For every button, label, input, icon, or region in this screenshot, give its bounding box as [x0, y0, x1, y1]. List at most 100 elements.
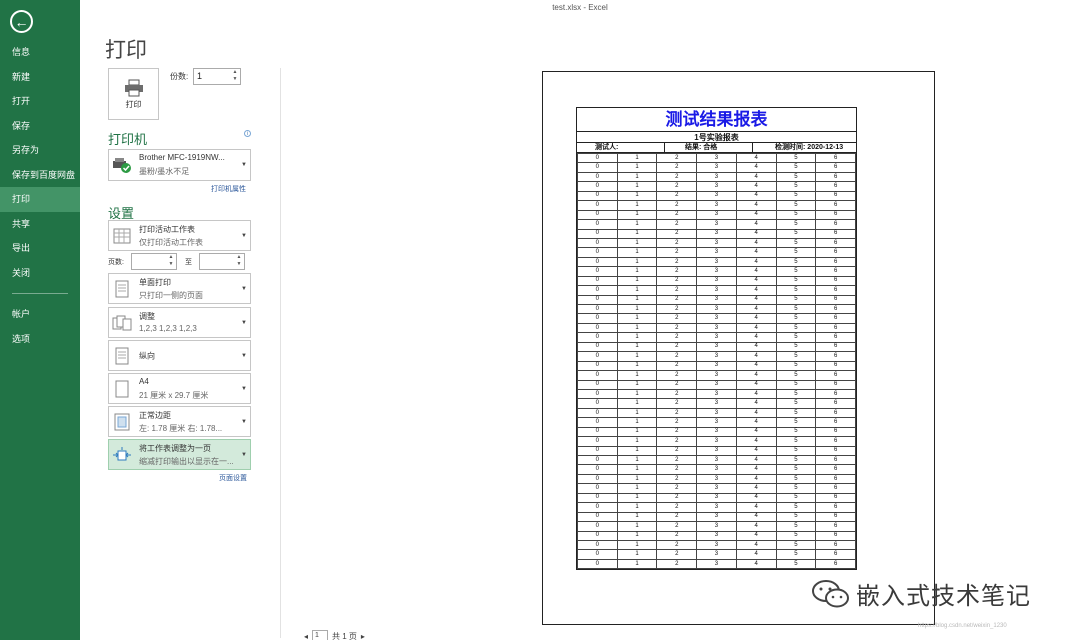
table-cell: 3	[696, 237, 737, 249]
table-cell: 5	[775, 152, 817, 164]
table-cell: 1	[616, 219, 658, 230]
table-cell: 0	[577, 181, 618, 192]
table-cell: 4	[735, 228, 777, 239]
table-cell: 2	[656, 370, 698, 381]
table-cell: 5	[775, 483, 817, 494]
table-row: 0123456	[577, 294, 856, 306]
table-row: 0123456	[577, 332, 856, 343]
nav-item-save-as[interactable]: 另存为	[0, 138, 80, 163]
margins-select[interactable]: 正常边距 左: 1.78 厘米 右: 1.78... ▼	[108, 406, 251, 437]
table-cell: 6	[815, 228, 856, 239]
pages-to-input[interactable]: ▲ ▼	[199, 253, 245, 270]
table-cell: 3	[696, 219, 737, 230]
table-cell: 5	[775, 294, 817, 306]
nav-item-open[interactable]: 打开	[0, 89, 80, 114]
printer-heading: 打印机	[108, 132, 148, 147]
table-cell: 3	[696, 275, 737, 287]
pages-from-input[interactable]: ▲ ▼	[131, 253, 177, 270]
nav-item-export[interactable]: 导出	[0, 236, 80, 261]
arrow-left-circle-icon[interactable]: ←	[10, 10, 33, 33]
collate-select[interactable]: 调整 1,2,3 1,2,3 1,2,3 ▼	[108, 307, 251, 338]
table-cell: 6	[815, 502, 856, 513]
sides-desc: 只打印一侧的页面	[139, 291, 203, 300]
table-cell: 5	[775, 388, 817, 400]
table-cell: 4	[735, 162, 777, 173]
next-page-icon[interactable]: ▸	[361, 632, 365, 640]
table-cell: 6	[815, 426, 856, 438]
paper-size-select[interactable]: A4 21 厘米 x 29.7 厘米 ▼	[108, 373, 251, 404]
table-cell: 5	[775, 171, 817, 183]
nav-item-share[interactable]: 共享	[0, 212, 80, 237]
print-preview-page: 测试结果报表 1号实验报表 测试人: 结果: 合格 检测时间: 2020-12-…	[542, 71, 935, 625]
copies-input[interactable]: 1 ▲ ▼	[193, 68, 241, 85]
table-cell: 4	[735, 549, 777, 560]
table-cell: 2	[656, 209, 698, 221]
nav-item-save-baidu[interactable]: 保存到百度网盘	[0, 163, 80, 188]
nav-item-options[interactable]: 选项	[0, 327, 80, 352]
table-cell: 1	[616, 256, 658, 268]
table-cell: 3	[696, 436, 737, 447]
info-icon[interactable]: i	[244, 130, 251, 137]
table-row: 0123456	[577, 152, 856, 164]
table-cell: 2	[656, 360, 698, 372]
nav-item-close[interactable]: 关闭	[0, 261, 80, 286]
prev-page-icon[interactable]: ◂	[304, 632, 308, 640]
table-cell: 1	[616, 171, 658, 183]
table-cell: 4	[735, 256, 777, 268]
sides-select[interactable]: 单面打印 只打印一侧的页面 ▼	[108, 273, 251, 304]
table-cell: 6	[815, 454, 856, 466]
printer-select[interactable]: Brother MFC-1919NW... 墨粉/墨水不足 ▼	[108, 149, 251, 181]
chevron-down-icon: ▼	[241, 352, 247, 359]
print-button[interactable]: 打印	[108, 68, 159, 120]
printer-status: 墨粉/墨水不足	[139, 167, 190, 176]
chevron-down-icon: ▼	[241, 451, 247, 458]
table-row: 0123456	[577, 162, 856, 173]
table-cell: 3	[696, 209, 737, 221]
table-cell: 2	[656, 464, 698, 475]
table-cell: 3	[696, 445, 737, 457]
table-cell: 4	[735, 436, 777, 447]
current-page-input[interactable]: 1	[312, 630, 329, 640]
table-row: 0123456	[577, 436, 856, 447]
table-row: 0123456	[577, 228, 856, 239]
sides-title: 单面打印	[139, 278, 171, 287]
copies-label: 份数:	[170, 72, 189, 81]
table-cell: 5	[775, 549, 817, 560]
table-cell: 6	[815, 332, 856, 343]
print-scope-select[interactable]: 打印活动工作表 仅打印活动工作表 ▼	[108, 220, 251, 251]
table-cell: 6	[815, 266, 856, 277]
printer-properties-link[interactable]: 打印机属性	[211, 184, 246, 194]
table-cell: 6	[815, 256, 856, 268]
orientation-select[interactable]: 纵向 ▼	[108, 340, 251, 371]
table-row: 0123456	[577, 351, 856, 362]
table-cell: 6	[815, 464, 856, 475]
nav-item-print[interactable]: 打印	[0, 187, 80, 212]
watermark-text: 嵌入式技术笔记	[856, 583, 1031, 610]
table-cell: 0	[577, 436, 618, 447]
pages-to-spinner[interactable]: ▲ ▼	[234, 254, 244, 269]
nav-item-account[interactable]: 帐户	[0, 302, 80, 327]
page-total-label: 共 1 页	[332, 631, 357, 640]
result-cell: 结果: 合格	[665, 143, 753, 152]
table-cell: 0	[577, 152, 618, 164]
table-cell: 1	[616, 483, 658, 494]
table-row: 0123456	[577, 266, 856, 277]
table-cell: 1	[616, 398, 658, 409]
pages-from-spinner[interactable]: ▲ ▼	[166, 254, 176, 269]
nav-item-new[interactable]: 新建	[0, 65, 80, 90]
table-cell: 0	[577, 228, 618, 239]
table-cell: 5	[775, 332, 817, 343]
nav-item-save[interactable]: 保存	[0, 114, 80, 139]
fit-to-page-icon	[112, 445, 132, 465]
table-cell: 0	[577, 275, 618, 287]
table-cell: 1	[616, 266, 658, 277]
nav-item-info[interactable]: 信息	[0, 40, 80, 65]
scaling-select[interactable]: 将工作表调整为一页 缩减打印输出以显示在一... ▼	[108, 439, 251, 470]
page-setup-link[interactable]: 页面设置	[219, 473, 247, 483]
time-value: 2020-12-13	[807, 144, 844, 151]
copies-spinner[interactable]: ▲ ▼	[230, 69, 240, 84]
table-cell: 5	[775, 473, 817, 485]
table-cell: 6	[815, 294, 856, 306]
table-cell: 5	[775, 322, 817, 334]
table-cell: 1	[616, 162, 658, 173]
